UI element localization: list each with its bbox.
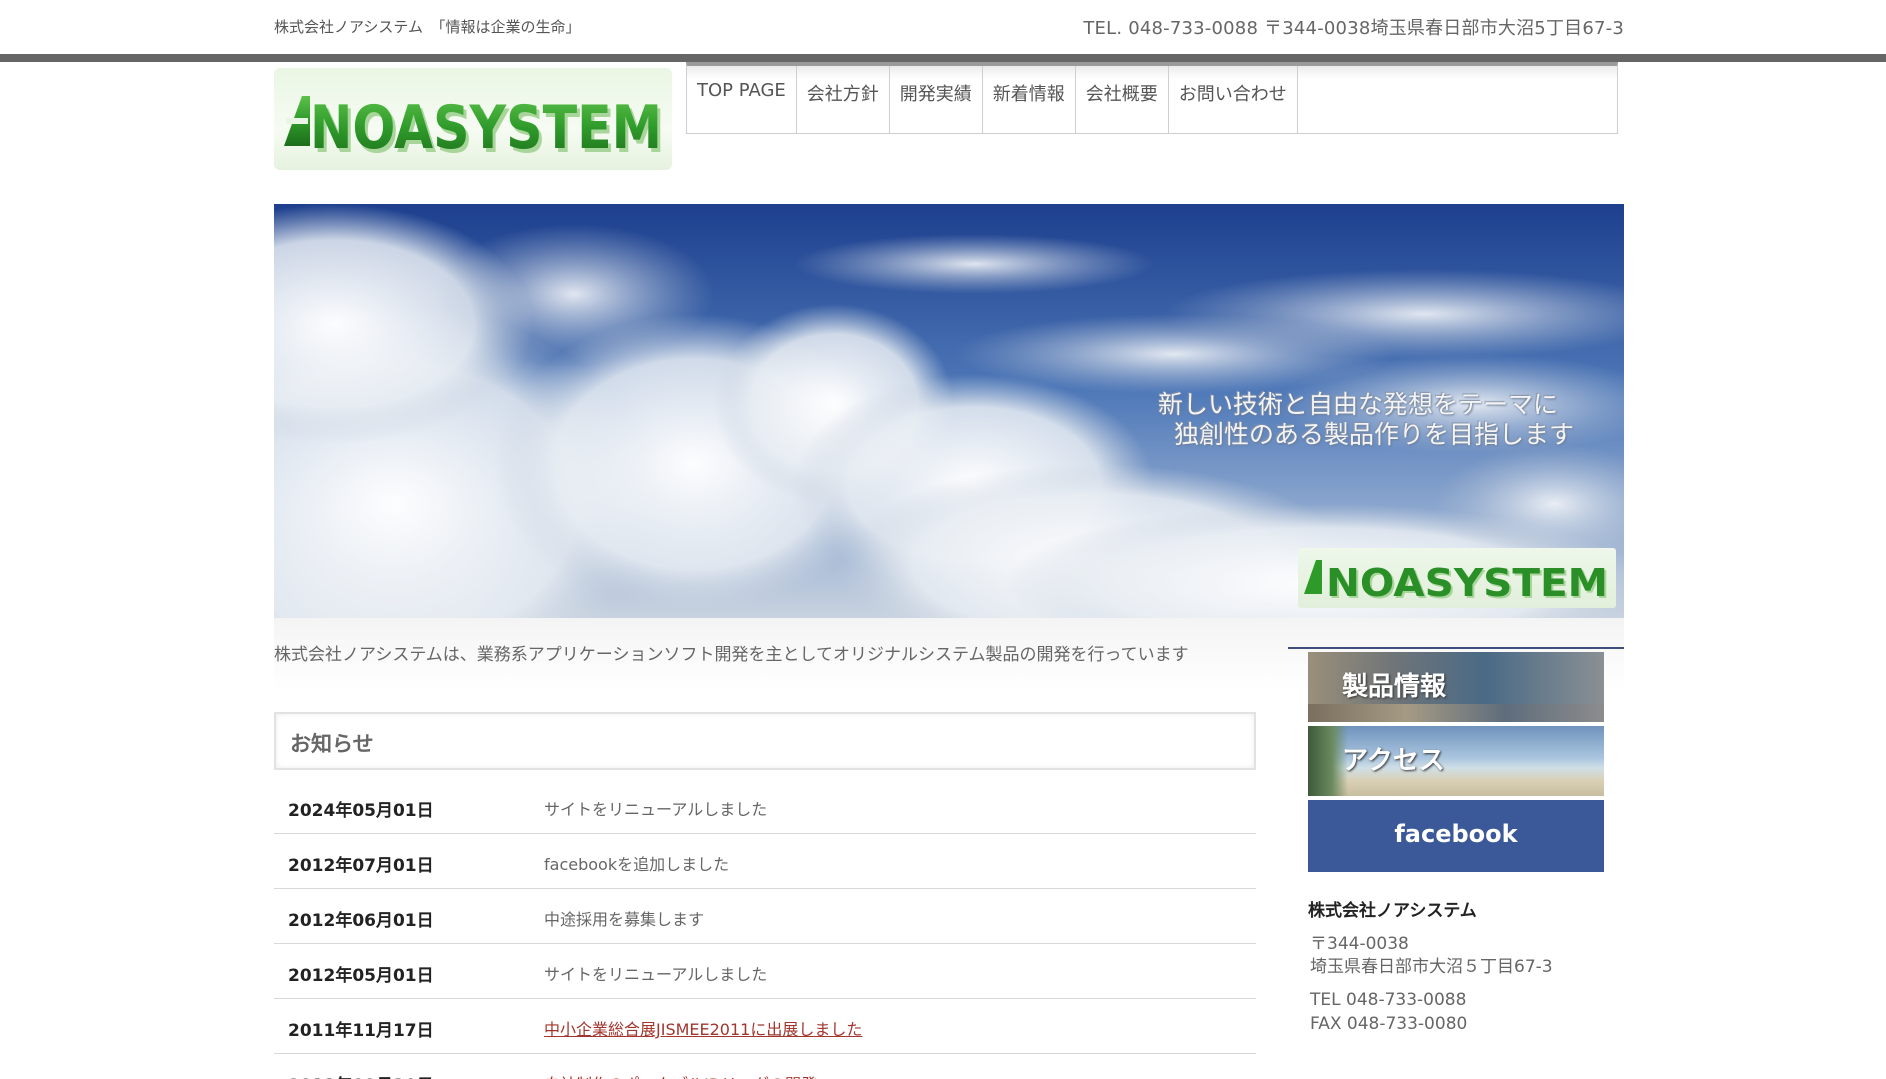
company-address: 埼玉県春日部市大沼５丁目67-3 (1310, 957, 1553, 977)
company-tagline: 株式会社ノアシステム 「情報は企業の生命」 (274, 18, 581, 36)
news-date: 2024年05月01日 (288, 801, 434, 821)
nav-contact[interactable]: お問い合わせ (1169, 66, 1298, 133)
sidebar-top-rule (1288, 647, 1624, 649)
access-banner[interactable]: アクセス (1308, 726, 1604, 796)
company-name: 株式会社ノアシステム (1308, 901, 1477, 921)
news-title-link[interactable]: 中小企業総合展JISMEE2011に出展しました (544, 1016, 862, 1040)
company-postal-code: 〒344-0038 (1310, 934, 1409, 954)
hero-logo-text: NOASYSTEM (1326, 561, 1608, 605)
news-date: 2012年06月01日 (288, 911, 434, 931)
slogan-line-1: 新しい技術と自由な発想をテーマに (1157, 390, 1558, 419)
news-item: 2012年05月01日 サイトをリニューアルしました (274, 944, 1256, 999)
news-heading: お知らせ (290, 732, 374, 756)
access-banner-label: アクセス (1342, 746, 1445, 776)
news-item: 2012年07月01日 facebookを追加しました (274, 834, 1256, 889)
slogan-line-2: 独創性のある製品作りを目指します (1173, 420, 1574, 449)
news-item: 2024年05月01日 サイトをリニューアルしました (274, 779, 1256, 834)
facebook-banner[interactable]: facebook (1308, 800, 1604, 872)
news-title: サイトをリニューアルしました (544, 965, 768, 984)
hero-slogan: 新しい技術と自由な発想をテーマに 独創性のある製品作りを目指します (1157, 390, 1574, 450)
nav-development-record[interactable]: 開発実績 (890, 66, 983, 133)
hero-banner: 新しい技術と自由な発想をテーマに 独創性のある製品作りを目指します NOASYS… (274, 204, 1624, 618)
nav-top-page[interactable]: TOP PAGE (687, 66, 797, 133)
nav-news[interactable]: 新着情報 (983, 66, 1076, 133)
main-nav: TOP PAGE 会社方針 開発実績 新着情報 会社概要 お問い合わせ (686, 62, 1618, 134)
news-item: 2011年09月30日 自社制作のポータブルIDリーダの開発 (274, 1054, 1256, 1079)
products-banner[interactable]: 製品情報 (1308, 652, 1604, 722)
intro-text: 株式会社ノアシステムは、業務系アプリケーションソフト開発を主としてオリジナルシス… (274, 645, 1189, 665)
news-title: サイトをリニューアルしました (544, 800, 768, 819)
company-fax: FAX 048-733-0080 (1310, 1014, 1468, 1034)
logo-text: NOASYSTEM (310, 93, 662, 163)
news-heading-box: お知らせ (274, 712, 1256, 770)
news-date: 2011年09月30日 (288, 1071, 434, 1079)
news-date: 2012年07月01日 (288, 856, 434, 876)
header-contact: TEL. 048-733-0088 〒344-0038埼玉県春日部市大沼5丁目6… (1083, 18, 1624, 39)
site-logo[interactable]: NOASYSTEM NOASYSTEM (274, 68, 672, 170)
company-tel: TEL 048-733-0088 (1310, 990, 1467, 1010)
news-title: facebookを追加しました (544, 855, 730, 874)
products-banner-label: 製品情報 (1342, 672, 1447, 702)
news-title: 中途採用を募集します (544, 910, 705, 929)
sidebar: 製品情報 アクセス facebook (1308, 652, 1604, 876)
nav-company-profile[interactable]: 会社概要 (1076, 66, 1169, 133)
news-title-link[interactable]: 自社制作のポータブルIDリーダの開発 (544, 1071, 817, 1079)
company-info: 株式会社ノアシステム 〒344-0038 埼玉県春日部市大沼５丁目67-3 TE… (1308, 896, 1608, 1036)
news-item: 2012年06月01日 中途採用を募集します (274, 889, 1256, 944)
news-item: 2011年11月17日 中小企業総合展JISMEE2011に出展しました (274, 999, 1256, 1054)
news-list: 2024年05月01日 サイトをリニューアルしました 2012年07月01日 f… (274, 779, 1256, 1079)
hero-logo: NOASYSTEM NOASYSTEM (1298, 548, 1616, 608)
company-address-block: 〒344-0038 埼玉県春日部市大沼５丁目67-3 (1308, 933, 1608, 979)
top-bar: 株式会社ノアシステム 「情報は企業の生命」 TEL. 048-733-0088 … (0, 0, 1886, 54)
news-date: 2012年05月01日 (288, 966, 434, 986)
facebook-banner-label: facebook (1394, 820, 1518, 848)
news-date: 2011年11月17日 (288, 1021, 434, 1041)
products-banner-image (1308, 704, 1604, 722)
nav-company-policy[interactable]: 会社方針 (797, 66, 890, 133)
company-phone-block: TEL 048-733-0088 FAX 048-733-0080 (1308, 988, 1608, 1036)
header-divider (0, 54, 1886, 62)
